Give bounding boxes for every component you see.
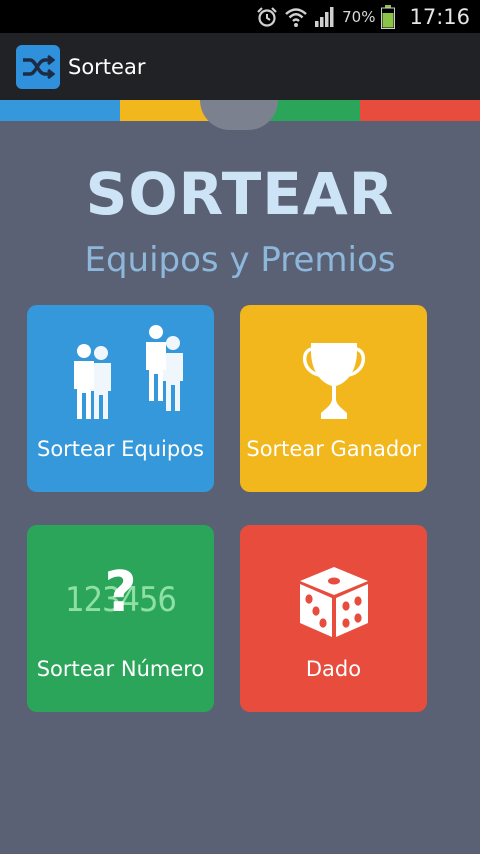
page-subtitle: Equipos y Premios: [84, 240, 396, 280]
sortear-ganador-button[interactable]: Sortear Ganador: [240, 305, 427, 492]
question-mark-icon: ?: [104, 560, 137, 625]
status-icons: 70% 17:16: [256, 0, 470, 33]
sortear-numero-button[interactable]: 123456 ? Sortear Número: [27, 525, 214, 712]
battery-icon: [381, 4, 396, 29]
wifi-icon: [284, 6, 308, 28]
dice-icon: [240, 561, 427, 641]
alarm-icon: [256, 6, 278, 28]
action-bar: Sortear: [0, 33, 480, 100]
strip-tab: [200, 100, 278, 130]
app-title: Sortear: [68, 54, 146, 79]
tile-label: Sortear Número: [36, 657, 205, 681]
tile-label: Sortear Equipos: [36, 437, 204, 461]
page-title: SORTEAR: [85, 160, 395, 228]
tile-label: Dado: [305, 657, 362, 681]
teams-icon: [27, 323, 214, 423]
clock: 17:16: [409, 4, 470, 29]
trophy-icon: [240, 341, 427, 423]
tile-label: Sortear Ganador: [246, 437, 421, 461]
status-bar: 70% 17:16: [0, 0, 480, 33]
shuffle-icon[interactable]: [16, 44, 60, 89]
battery-percentage: 70%: [342, 7, 376, 26]
strip-segment-red: [360, 100, 480, 121]
strip-segment-blue: [0, 100, 120, 121]
dado-button[interactable]: Dado: [240, 525, 427, 712]
signal-icon: [314, 6, 336, 28]
sortear-equipos-button[interactable]: Sortear Equipos: [27, 305, 214, 492]
